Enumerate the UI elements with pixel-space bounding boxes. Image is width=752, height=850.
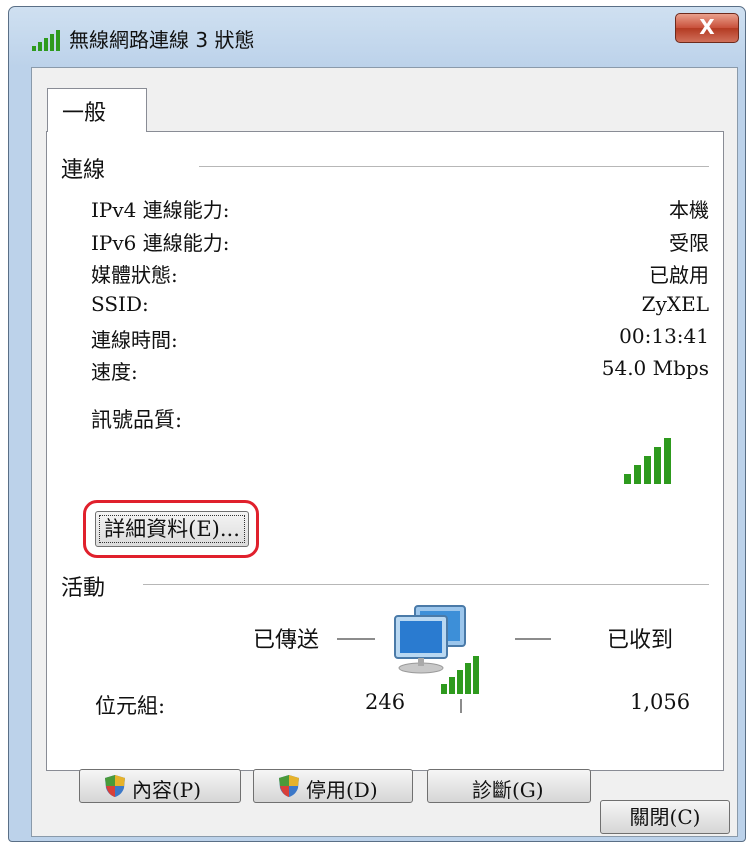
title-bar[interactable]: 無線網路連線 3 狀態 X bbox=[9, 7, 745, 67]
media-state-value: 已啟用 bbox=[649, 263, 709, 287]
signal-quality-label: 訊號品質: bbox=[91, 408, 183, 432]
duration-value: 00:13:41 bbox=[619, 324, 709, 348]
uac-shield-icon bbox=[105, 775, 125, 797]
dialog-body: 一般 連線 IPv4 連線能力: 本機 IPv6 連線能力: 受限 媒體狀態: … bbox=[31, 67, 738, 837]
ipv6-value: 受限 bbox=[669, 231, 709, 255]
activity-heading: 活動 bbox=[61, 576, 106, 601]
sent-line bbox=[337, 638, 375, 640]
sent-label: 已傳送 bbox=[253, 628, 320, 653]
ipv6-label: IPv6 連線能力: bbox=[91, 231, 230, 255]
focus-rectangle bbox=[99, 515, 245, 543]
diagnose-button-label: 診斷(G) bbox=[472, 778, 544, 802]
activity-divider bbox=[143, 584, 709, 585]
details-button[interactable]: 詳細資料(E)... bbox=[95, 511, 249, 547]
connection-divider bbox=[199, 166, 709, 167]
properties-button[interactable]: 內容(P) bbox=[79, 769, 241, 803]
bytes-sent-value: 246 bbox=[365, 690, 406, 714]
tab-general-label: 一般 bbox=[62, 101, 107, 126]
ssid-value: ZyXEL bbox=[641, 292, 709, 316]
window-close-button[interactable]: X bbox=[675, 13, 739, 43]
bytes-label: 位元組: bbox=[95, 694, 166, 718]
received-line bbox=[515, 638, 551, 640]
close-icon: X bbox=[699, 15, 715, 39]
ipv4-value: 本機 bbox=[669, 198, 709, 222]
window-title: 無線網路連線 3 狀態 bbox=[69, 28, 255, 52]
duration-label: 連線時間: bbox=[91, 328, 178, 352]
status-dialog: 無線網路連線 3 狀態 X 一般 連線 IPv4 連線能力: 本機 IPv6 連… bbox=[8, 6, 746, 842]
close-button[interactable]: 關閉(C) bbox=[600, 800, 730, 834]
tab-panel-general: 連線 IPv4 連線能力: 本機 IPv6 連線能力: 受限 媒體狀態: 已啟用… bbox=[46, 131, 724, 803]
media-state-label: 媒體狀態: bbox=[91, 263, 178, 287]
disable-button[interactable]: 停用(D) bbox=[253, 769, 413, 803]
wireless-signal-icon bbox=[32, 30, 60, 51]
close-button-label: 關閉(C) bbox=[629, 805, 701, 829]
uac-shield-icon bbox=[279, 775, 299, 797]
disable-button-label: 停用(D) bbox=[306, 778, 378, 802]
ipv4-label: IPv4 連線能力: bbox=[91, 198, 230, 222]
speed-value: 54.0 Mbps bbox=[601, 356, 709, 380]
signal-strength-icon bbox=[624, 438, 671, 484]
tab-general[interactable]: 一般 bbox=[47, 88, 147, 132]
bytes-received-value: 1,056 bbox=[630, 690, 691, 714]
speed-label: 速度: bbox=[91, 360, 138, 384]
received-label: 已收到 bbox=[607, 628, 674, 653]
properties-button-label: 內容(P) bbox=[132, 778, 202, 802]
ssid-label: SSID: bbox=[91, 292, 149, 316]
activity-tick bbox=[460, 699, 462, 713]
diagnose-button[interactable]: 診斷(G) bbox=[427, 769, 591, 803]
connection-heading: 連線 bbox=[61, 158, 106, 183]
